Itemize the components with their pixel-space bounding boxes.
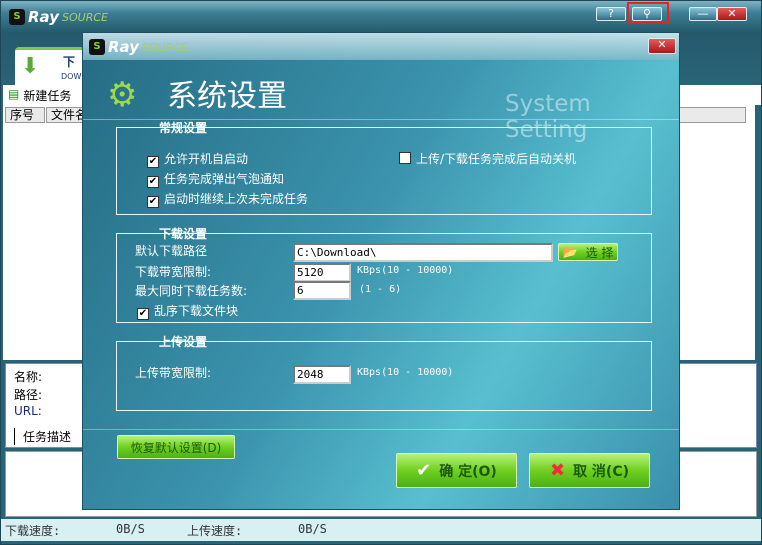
- cancel-button[interactable]: ✖ 取 消(C): [529, 453, 650, 488]
- dialog-close-button[interactable]: ✕: [648, 38, 676, 54]
- max-tasks-input[interactable]: 6: [293, 281, 351, 300]
- dialog-title: 系统设置: [167, 79, 287, 114]
- tab-download[interactable]: ⬇ 下 DOWN: [15, 47, 87, 87]
- upload-bandwidth-input[interactable]: 2048: [293, 365, 351, 384]
- folder-icon: 📂: [562, 245, 578, 259]
- upload-settings-group: 上传设置 上传带宽限制: 2048 KBps(10 - 10000): [116, 335, 652, 411]
- upload-bandwidth-range: KBps(10 - 10000): [357, 367, 454, 378]
- upload-bandwidth-label: 上传带宽限制:: [135, 366, 212, 380]
- tab-title: 下: [63, 55, 76, 69]
- settings-folder-icon: ⚙: [107, 75, 138, 115]
- app-logo: S Ray SOURCE: [9, 8, 108, 26]
- x-icon: ✖: [549, 460, 566, 481]
- download-settings-group: 下载设置 默认下载路径 C:\Download\ 📂 选 择 下载带宽限制: 51…: [116, 227, 652, 323]
- download-speed-value: 0B/S: [116, 522, 145, 536]
- column-header-index[interactable]: 序号: [5, 107, 45, 123]
- max-tasks-range: (1 - 6): [359, 284, 402, 295]
- upload-speed-label: 上传速度:: [187, 524, 243, 538]
- new-task-icon: ▤: [8, 87, 20, 101]
- name-label: 名称:: [14, 370, 43, 384]
- new-task-button[interactable]: ▤ 新建任务: [8, 87, 71, 104]
- resume-tasks-checkbox[interactable]: ✔ 启动时继续上次未完成任务: [147, 190, 308, 208]
- download-path-input[interactable]: C:\Download\: [293, 243, 553, 262]
- group-title: 下载设置: [159, 227, 208, 241]
- auto-shutdown-checkbox[interactable]: 上传/下载任务完成后自动关机: [399, 150, 576, 167]
- url-label: URL:: [14, 404, 42, 418]
- settings-dialog: S Ray SOURCE ✕ ⚙ 系统设置 System Setting 常规设置 …: [82, 32, 680, 510]
- divider: [83, 429, 679, 430]
- close-button[interactable]: ✕: [717, 7, 747, 21]
- group-title: 常规设置: [159, 121, 208, 135]
- autostart-checkbox[interactable]: ✔ 允许开机自启动: [147, 150, 248, 168]
- check-icon: ✔: [416, 460, 432, 481]
- random-order-checkbox[interactable]: ✔ 乱序下载文件块: [137, 302, 238, 320]
- max-tasks-label: 最大同时下载任务数:: [135, 284, 248, 298]
- bubble-notify-checkbox[interactable]: ✔ 任务完成弹出气泡通知: [147, 170, 284, 188]
- dialog-logo: S Ray SOURCE: [89, 38, 188, 56]
- download-speed-label: 下载速度:: [5, 524, 61, 538]
- download-bandwidth-range: KBps(10 - 10000): [357, 265, 454, 276]
- browse-button[interactable]: 📂 选 择: [558, 243, 618, 261]
- settings-button[interactable]: ⚲: [632, 7, 662, 21]
- wrench-icon: ⚲: [642, 7, 652, 20]
- minimize-button[interactable]: —: [689, 7, 717, 21]
- general-settings-group: 常规设置 ✔ 允许开机自启动 ✔ 任务完成弹出气泡通知 ✔ 启动时继续上次未完成任务 …: [116, 121, 652, 215]
- upload-speed-value: 0B/S: [298, 522, 327, 536]
- restore-defaults-button[interactable]: 恢复默认设置(D): [117, 435, 235, 459]
- status-bar: 下载速度: 0B/S 上传速度: 0B/S: [1, 519, 761, 541]
- download-bandwidth-input[interactable]: 5120: [293, 263, 351, 282]
- group-title: 上传设置: [159, 335, 208, 349]
- new-task-label: 新建任务: [23, 89, 72, 103]
- tab-task-description[interactable]: 任务描述: [14, 428, 79, 445]
- path-label: 路径:: [14, 388, 43, 402]
- download-icon: ⬇: [21, 54, 40, 79]
- ok-button[interactable]: ✔ 确 定(O): [396, 453, 517, 488]
- download-bandwidth-label: 下载带宽限制:: [135, 265, 212, 279]
- download-path-label: 默认下载路径: [135, 244, 208, 258]
- help-button[interactable]: ?: [596, 7, 626, 21]
